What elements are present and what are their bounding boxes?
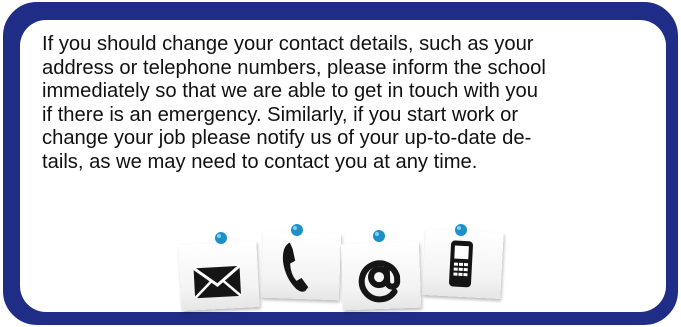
- pin-icon: [373, 230, 385, 242]
- notice-line: address or telephone numbers, please inf…: [42, 56, 546, 79]
- notice-line: tails, as we may need to contact you at …: [42, 150, 478, 173]
- pin-icon: [291, 224, 303, 236]
- notice-line: if there is an emergency. Similarly, if …: [42, 103, 519, 126]
- notice-line: If you should change your contact detail…: [42, 33, 534, 55]
- at-sign-icon: [358, 260, 401, 303]
- at-sign-note: [340, 241, 422, 311]
- mobile-phone-icon: [449, 240, 473, 288]
- envelope-icon: [192, 264, 242, 300]
- notice-line: immediately so that we are able to get i…: [42, 80, 538, 102]
- phone-note: [260, 231, 342, 301]
- pin-icon: [215, 232, 227, 244]
- notice-text: If you should change your contact detail…: [42, 33, 652, 174]
- notice-line: change your job please notify us of your…: [42, 127, 532, 149]
- mobile-note: [422, 229, 504, 299]
- phone-icon: [282, 242, 309, 292]
- contact-icons: [172, 223, 512, 313]
- envelope-note: [178, 241, 260, 311]
- pin-icon: [455, 224, 467, 236]
